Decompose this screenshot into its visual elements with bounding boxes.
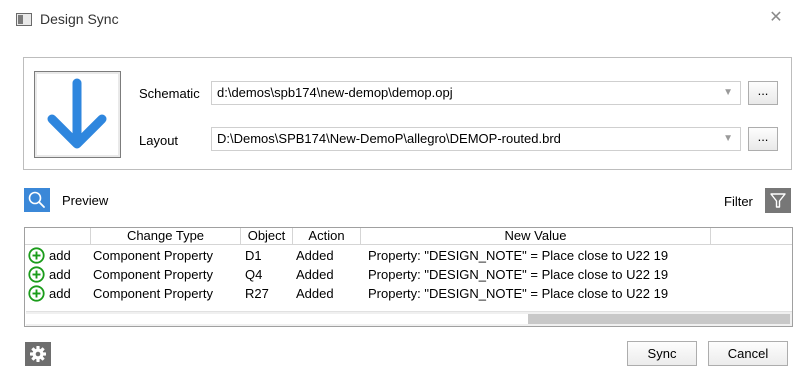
add-circle-icon bbox=[28, 247, 45, 264]
title-bar: Design Sync ✕ bbox=[0, 0, 795, 42]
horizontal-scrollbar[interactable] bbox=[26, 311, 792, 326]
row-change-type: Component Property bbox=[93, 267, 213, 282]
header-new-value[interactable]: New Value bbox=[361, 228, 711, 245]
gear-icon[interactable] bbox=[25, 342, 51, 366]
search-icon[interactable] bbox=[24, 188, 50, 212]
row-status: add bbox=[49, 248, 71, 263]
layout-select[interactable]: D:\Demos\SPB174\New-DemoP\allegro\DEMOP-… bbox=[211, 127, 741, 151]
row-status: add bbox=[49, 267, 71, 282]
layout-path: D:\Demos\SPB174\New-DemoP\allegro\DEMOP-… bbox=[217, 131, 561, 146]
sync-direction-button[interactable] bbox=[34, 71, 121, 158]
add-circle-icon bbox=[28, 266, 45, 283]
arrow-down-icon bbox=[47, 78, 107, 149]
header-change-type[interactable]: Change Type bbox=[91, 228, 241, 245]
scrollbar-track[interactable] bbox=[528, 314, 790, 324]
row-new-value: Property: "DESIGN_NOTE" = Place close to… bbox=[368, 286, 669, 301]
chevron-down-icon: ▼ bbox=[723, 87, 733, 98]
row-change-type: Component Property bbox=[93, 286, 213, 301]
app-window-icon bbox=[16, 13, 32, 26]
window-title: Design Sync bbox=[40, 11, 119, 27]
table-header: Change Type Object Action New Value bbox=[25, 228, 792, 245]
sync-button[interactable]: Sync bbox=[627, 341, 697, 366]
add-circle-icon bbox=[28, 285, 45, 302]
row-action: Added bbox=[296, 248, 334, 263]
cancel-button[interactable]: Cancel bbox=[708, 341, 788, 366]
table-row[interactable]: add Component Property D1 Added Property… bbox=[25, 246, 792, 265]
header-action[interactable]: Action bbox=[293, 228, 361, 245]
filter-icon[interactable] bbox=[765, 188, 791, 213]
close-icon[interactable]: ✕ bbox=[765, 7, 787, 29]
scrollbar-thumb[interactable] bbox=[26, 314, 528, 324]
layout-browse-button[interactable]: ... bbox=[748, 127, 778, 151]
table-row[interactable]: add Component Property Q4 Added Property… bbox=[25, 265, 792, 284]
row-change-type: Component Property bbox=[93, 248, 213, 263]
filter-label: Filter bbox=[724, 194, 753, 209]
table-row[interactable]: add Component Property R27 Added Propert… bbox=[25, 284, 792, 303]
row-new-value: Property: "DESIGN_NOTE" = Place close to… bbox=[368, 267, 669, 282]
row-object: D1 bbox=[245, 248, 262, 263]
row-object: Q4 bbox=[245, 267, 263, 282]
schematic-path: d:\demos\spb174\new-demop\demop.opj bbox=[217, 85, 453, 100]
row-action: Added bbox=[296, 267, 334, 282]
row-object: R27 bbox=[245, 286, 269, 301]
schematic-label: Schematic bbox=[139, 86, 200, 101]
row-action: Added bbox=[296, 286, 334, 301]
header-filler bbox=[711, 228, 792, 245]
schematic-browse-button[interactable]: ... bbox=[748, 81, 778, 105]
header-status bbox=[25, 228, 91, 245]
chevron-down-icon: ▼ bbox=[723, 133, 733, 144]
header-object[interactable]: Object bbox=[241, 228, 293, 245]
preview-label: Preview bbox=[62, 193, 109, 208]
sync-source-panel: Schematic d:\demos\spb174\new-demop\demo… bbox=[23, 57, 792, 170]
row-new-value: Property: "DESIGN_NOTE" = Place close to… bbox=[368, 248, 669, 263]
row-status: add bbox=[49, 286, 71, 301]
layout-label: Layout bbox=[139, 133, 179, 148]
changes-table[interactable]: Change Type Object Action New Value add … bbox=[24, 227, 793, 327]
schematic-select[interactable]: d:\demos\spb174\new-demop\demop.opj ▼ bbox=[211, 81, 741, 105]
